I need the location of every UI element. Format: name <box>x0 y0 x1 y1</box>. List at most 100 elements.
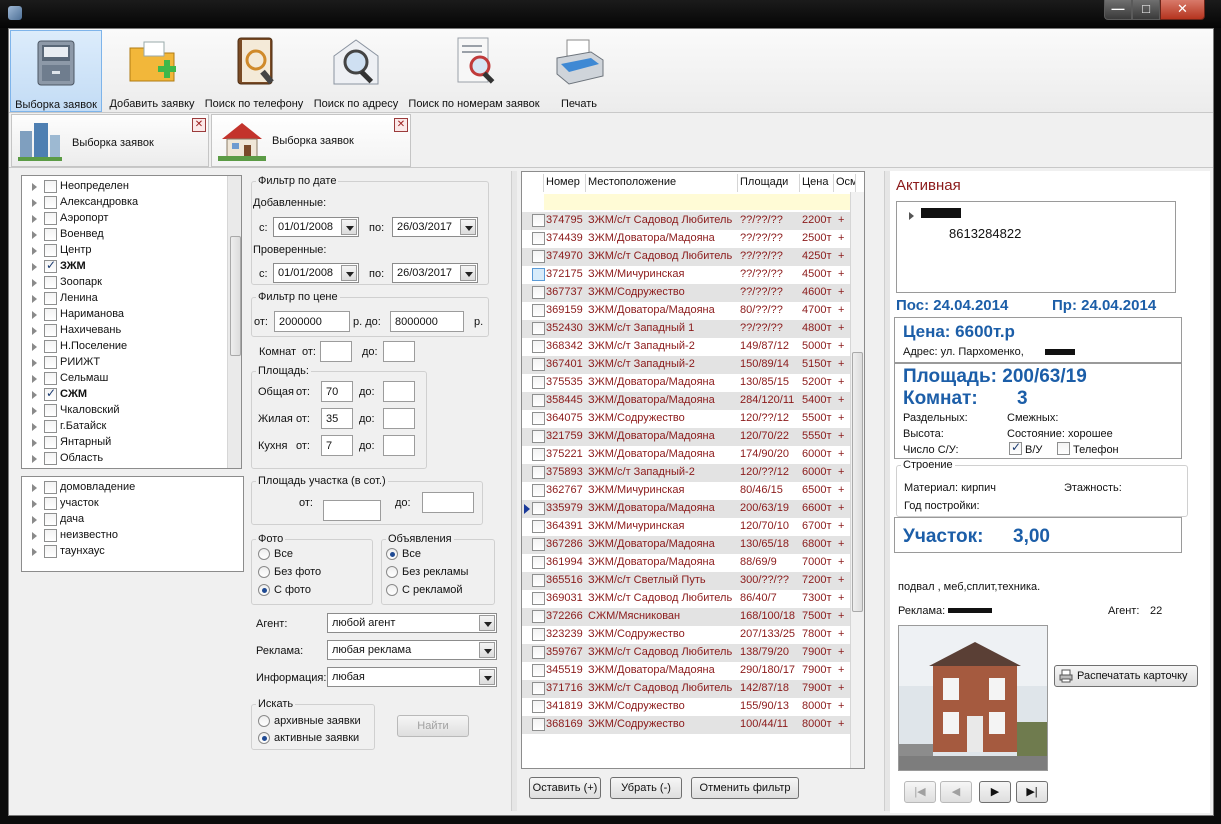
table-row[interactable]: 323239 ЗЖМ/Содружество 207/133/25 7800т + <box>522 626 852 644</box>
plot-to-input[interactable] <box>422 492 474 513</box>
table-row[interactable]: 369159 ЗЖМ/Доватора/Мадояна 80/??/?? 4700т + <box>522 302 852 320</box>
grid-header[interactable]: Местоположение <box>586 174 738 192</box>
expand-arrow-icon[interactable] <box>32 343 37 351</box>
district-item[interactable]: Ленина <box>22 291 227 307</box>
table-row[interactable]: 335979 ЗЖМ/Доватора/Мадояна 200/63/19 6600т… <box>522 500 852 518</box>
table-row[interactable]: 345519 ЗЖМ/Доватора/Мадояна 290/180/17 7900… <box>522 662 852 680</box>
grid-filter-row[interactable] <box>544 194 854 210</box>
price-from-input[interactable]: 2000000 <box>274 311 350 332</box>
expand-arrow-icon[interactable] <box>32 423 37 431</box>
area-living-from-input[interactable]: 35 <box>321 408 353 429</box>
chevron-down-icon[interactable] <box>460 219 476 235</box>
bath-vu-checkbox[interactable] <box>1009 440 1022 455</box>
last-photo-button[interactable]: ▶| <box>1016 781 1048 803</box>
type-checkbox[interactable] <box>44 513 57 526</box>
row-checkbox[interactable] <box>532 556 545 569</box>
expand-arrow-icon[interactable] <box>32 199 37 207</box>
added-to-date[interactable]: 26/03/2017 <box>392 217 478 237</box>
district-item[interactable]: Центр <box>22 243 227 259</box>
added-from-date[interactable]: 01/01/2008 <box>273 217 359 237</box>
table-row[interactable]: 374439 ЗЖМ/Доватора/Мадояна ??/??/?? 2500т + <box>522 230 852 248</box>
chevron-down-icon[interactable] <box>479 669 495 685</box>
area-kitchen-to-input[interactable] <box>383 435 415 456</box>
expand-arrow-icon[interactable] <box>32 484 37 492</box>
expand-arrow-icon[interactable] <box>32 215 37 223</box>
table-row[interactable]: 369031 ЗЖМ/с/т Садовод Любитель 86/40/7 730… <box>522 590 852 608</box>
chevron-down-icon[interactable] <box>479 642 495 658</box>
district-item[interactable]: РИИЖТ <box>22 355 227 371</box>
checked-to-date[interactable]: 26/03/2017 <box>392 263 478 283</box>
row-checkbox[interactable] <box>532 646 545 659</box>
row-checkbox[interactable] <box>532 718 545 731</box>
district-item[interactable]: Неопределен <box>22 179 227 195</box>
row-checkbox[interactable] <box>532 340 545 353</box>
row-checkbox[interactable] <box>532 430 545 443</box>
photo-radio[interactable] <box>258 584 270 596</box>
district-checkbox[interactable] <box>44 340 57 353</box>
table-row[interactable]: 374970 ЗЖМ/с/т Садовод Любитель ??/??/?? 42… <box>522 248 852 266</box>
search-scope-radio[interactable] <box>258 715 270 727</box>
district-checkbox[interactable] <box>44 386 57 401</box>
expand-arrow-icon[interactable] <box>32 327 37 335</box>
type-item[interactable]: неизвестно <box>22 528 232 544</box>
table-row[interactable]: 341819 ЗЖМ/Содружество 155/90/13 8000т + <box>522 698 852 716</box>
row-checkbox[interactable] <box>532 664 545 677</box>
table-row[interactable]: 375893 ЗЖМ/с/т Западный-2 120/??/12 6000т + <box>522 464 852 482</box>
table-row[interactable]: 374795 ЗЖМ/с/т Садовод Любитель ??/??/?? 22… <box>522 212 852 230</box>
district-checkbox[interactable] <box>44 244 57 257</box>
area-total-to-input[interactable] <box>383 381 415 402</box>
scrollbar-thumb[interactable] <box>852 352 863 612</box>
type-item[interactable]: дача <box>22 512 232 528</box>
scrollbar-thumb[interactable] <box>230 236 241 356</box>
first-photo-button[interactable]: |◀ <box>904 781 936 803</box>
property-photo[interactable] <box>898 625 1048 771</box>
keep-button[interactable]: Оставить (+) <box>529 777 601 799</box>
row-checkbox[interactable] <box>532 520 545 533</box>
row-checkbox[interactable] <box>532 628 545 641</box>
expand-arrow-icon[interactable] <box>32 263 37 271</box>
grid-header[interactable]: Цена <box>800 174 834 192</box>
expand-arrow-icon[interactable] <box>32 500 37 508</box>
table-row[interactable]: 364391 ЗЖМ/Мичуринская 120/70/10 6700т + <box>522 518 852 536</box>
district-item[interactable]: СЖМ <box>22 386 227 403</box>
expand-icon[interactable] <box>909 212 914 220</box>
district-item[interactable]: Чкаловский <box>22 403 227 419</box>
district-item[interactable]: Зоопарк <box>22 275 227 291</box>
ads-radio[interactable] <box>386 584 398 596</box>
chevron-down-icon[interactable] <box>460 265 476 281</box>
table-row[interactable]: 361994 ЗЖМ/Доватора/Мадояна 88/69/9 7000т + <box>522 554 852 572</box>
tab-select-requests-1[interactable]: Выборка заявок ✕ <box>11 114 209 167</box>
table-row[interactable]: 367737 ЗЖМ/Содружество ??/??/?? 4600т + <box>522 284 852 302</box>
type-checkbox[interactable] <box>44 545 57 558</box>
row-checkbox[interactable] <box>532 412 545 425</box>
grid-header[interactable]: Осм <box>834 174 856 192</box>
district-checkbox[interactable] <box>44 292 57 305</box>
district-checkbox[interactable] <box>44 228 57 241</box>
photo-radio[interactable] <box>258 548 270 560</box>
grid-scrollbar[interactable] <box>850 192 864 768</box>
table-row[interactable]: 352430 ЗЖМ/с/т Западный 1 ??/??/?? 4800т + <box>522 320 852 338</box>
type-item[interactable]: таунхаус <box>22 544 232 560</box>
expand-arrow-icon[interactable] <box>32 247 37 255</box>
district-checkbox[interactable] <box>44 452 57 465</box>
area-living-to-input[interactable] <box>383 408 415 429</box>
district-item[interactable]: Н.Поселение <box>22 339 227 355</box>
district-checkbox[interactable] <box>44 372 57 385</box>
type-checkbox[interactable] <box>44 497 57 510</box>
row-checkbox[interactable] <box>532 610 545 623</box>
district-checkbox[interactable] <box>44 212 57 225</box>
next-photo-button[interactable]: ▶ <box>979 781 1011 803</box>
row-checkbox[interactable] <box>532 574 545 587</box>
expand-arrow-icon[interactable] <box>32 391 37 399</box>
table-row[interactable]: 321759 ЗЖМ/Доватора/Мадояна 120/70/22 5550т… <box>522 428 852 446</box>
type-checkbox[interactable] <box>44 481 57 494</box>
district-checkbox[interactable] <box>44 276 57 289</box>
expand-arrow-icon[interactable] <box>32 279 37 287</box>
district-item[interactable]: Нахичевань <box>22 323 227 339</box>
district-item[interactable]: Александровка <box>22 195 227 211</box>
expand-arrow-icon[interactable] <box>32 311 37 319</box>
row-checkbox[interactable] <box>532 304 545 317</box>
row-checkbox[interactable] <box>532 250 545 263</box>
district-item[interactable]: Военвед <box>22 227 227 243</box>
row-checkbox[interactable] <box>532 502 545 515</box>
